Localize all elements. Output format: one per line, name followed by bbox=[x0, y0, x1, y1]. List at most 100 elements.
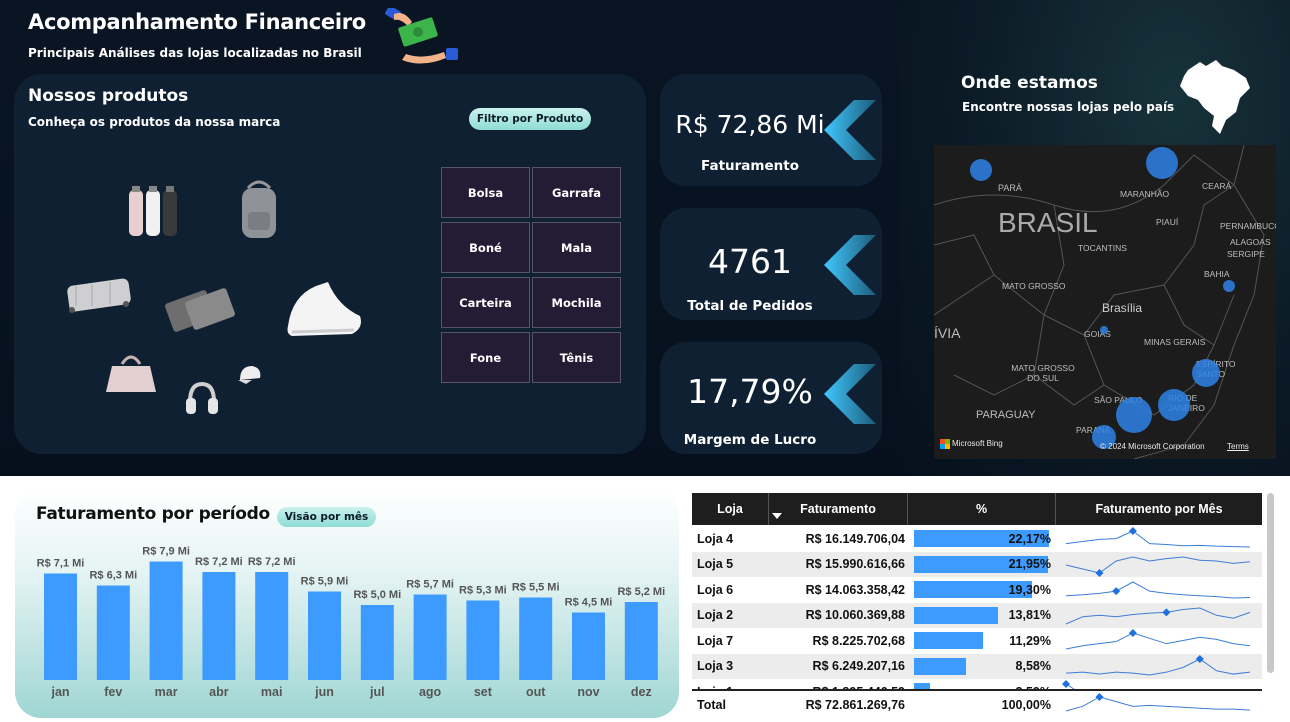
cell-loja: Loja 7 bbox=[697, 633, 734, 648]
x-tick-label: jul bbox=[369, 685, 385, 699]
table-scrollbar[interactable] bbox=[1267, 493, 1274, 673]
sparkline-path bbox=[1065, 555, 1251, 574]
cell-pct: 13,81% bbox=[1008, 608, 1051, 623]
map-label-brasilia: Brasília bbox=[1102, 301, 1143, 315]
cell-sparkline bbox=[1065, 654, 1251, 676]
bar-data-label: R$ 7,1 Mi bbox=[37, 558, 85, 570]
sort-descending-icon[interactable] bbox=[772, 513, 782, 521]
sparkline-peak-marker bbox=[1095, 568, 1104, 577]
bar-data-label: R$ 7,9 Mi bbox=[142, 546, 190, 558]
map-label-sergipe: SERGIPE bbox=[1227, 249, 1265, 259]
store-marker[interactable] bbox=[970, 159, 992, 181]
map-terms-link[interactable]: Terms bbox=[1227, 442, 1249, 451]
x-tick-label: set bbox=[474, 685, 493, 699]
total-label: Total bbox=[697, 697, 726, 712]
bar-out[interactable] bbox=[519, 597, 553, 681]
map-label-mato-grosso-do-sul: MATO GROSSO DO SUL bbox=[1011, 363, 1075, 383]
table-row[interactable]: Loja 7 R$ 8.225.702,68 11,29% bbox=[692, 628, 1262, 654]
col-header-faturamento-mes[interactable]: Faturamento por Mês bbox=[1056, 493, 1262, 525]
store-marker[interactable] bbox=[1146, 147, 1178, 179]
table-row[interactable]: Loja 5 R$ 15.990.616,66 21,95% bbox=[692, 551, 1262, 577]
x-tick-label: nov bbox=[577, 685, 599, 699]
map-label-alagoas: ALAGOAS bbox=[1230, 237, 1271, 247]
table-row[interactable]: Loja 6 R$ 14.063.358,42 19,30% bbox=[692, 577, 1262, 603]
location-subtitle: Encontre nossas lojas pelo país bbox=[962, 100, 1175, 114]
x-tick-label: mar bbox=[155, 685, 178, 699]
sparkline-path bbox=[1065, 696, 1251, 712]
bar-abr[interactable] bbox=[202, 572, 236, 680]
col-header-faturamento[interactable]: Faturamento bbox=[769, 493, 907, 525]
bar-dez[interactable] bbox=[624, 602, 658, 680]
col-header-pct[interactable]: % bbox=[908, 493, 1055, 525]
total-faturamento: R$ 72.861.269,76 bbox=[805, 697, 905, 712]
store-map[interactable]: PARÁ MARANHÃO CEARÁ PIAUÍ BRASIL PERNAMB… bbox=[934, 145, 1276, 459]
monthly-revenue-chart: R$ 7,1 Mi jan R$ 6,3 Mi fev R$ 7,9 Mi mar R$ 7… bbox=[37, 546, 665, 700]
store-marker[interactable] bbox=[1116, 397, 1152, 433]
cell-pct: 21,95% bbox=[1008, 557, 1051, 572]
bar-set[interactable] bbox=[466, 600, 500, 681]
store-marker[interactable] bbox=[1192, 359, 1220, 387]
x-tick-label: ago bbox=[419, 685, 442, 699]
brazil-map-icon bbox=[1180, 60, 1250, 134]
cell-loja: Loja 4 bbox=[697, 531, 734, 546]
bar-data-label: R$ 5,5 Mi bbox=[512, 582, 560, 594]
sparkline-peak-marker bbox=[1195, 654, 1204, 663]
store-marker[interactable] bbox=[1158, 389, 1190, 421]
total-sparkline bbox=[1065, 693, 1251, 712]
col-header-loja[interactable]: Loja bbox=[692, 493, 768, 525]
cell-sparkline bbox=[1065, 629, 1251, 650]
cell-faturamento: R$ 16.149.706,04 bbox=[805, 531, 905, 546]
map-label-bolivia: ÍVIA bbox=[934, 325, 961, 341]
map-label-bahia: BAHIA bbox=[1204, 269, 1230, 279]
bar-jan[interactable] bbox=[44, 573, 77, 681]
cell-pct: 11,29% bbox=[1009, 633, 1051, 648]
cell-pct: 19,30% bbox=[1008, 582, 1051, 597]
cell-loja: Loja 6 bbox=[697, 582, 734, 597]
table-row[interactable]: Loja 2 R$ 10.060.369,88 13,81% bbox=[692, 602, 1262, 628]
x-tick-label: out bbox=[526, 685, 546, 699]
cell-sparkline bbox=[1065, 555, 1251, 577]
bar-data-label: R$ 5,0 Mi bbox=[353, 589, 401, 601]
bar-data-label: R$ 6,3 Mi bbox=[89, 570, 137, 582]
sparkline-peak-marker bbox=[1128, 629, 1137, 637]
store-revenue-table: Loja Faturamento % Faturamento por Mês L… bbox=[692, 493, 1262, 718]
cell-sparkline bbox=[1065, 606, 1251, 624]
total-pct: 100,00% bbox=[1001, 697, 1051, 712]
table-total-row: Total R$ 72.861.269,76 100,00% bbox=[692, 689, 1262, 718]
x-tick-label: jun bbox=[314, 685, 334, 699]
bar-data-label: R$ 5,3 Mi bbox=[459, 585, 507, 597]
map-label-tocantins: TOCANTINS bbox=[1078, 243, 1127, 253]
sparkline-peak-marker bbox=[1128, 527, 1137, 535]
map-label-pernambuco: PERNAMBUCO bbox=[1220, 221, 1276, 231]
x-tick-label: jan bbox=[50, 685, 69, 699]
cell-faturamento: R$ 15.990.616,66 bbox=[805, 557, 905, 572]
sparkline-peak-marker bbox=[1062, 680, 1070, 688]
sparkline-path bbox=[1065, 606, 1251, 624]
sparkline-peak-marker bbox=[1162, 607, 1171, 616]
bar-data-label: R$ 7,2 Mi bbox=[248, 556, 296, 568]
table-row[interactable]: Loja 4 R$ 16.149.706,04 22,17% bbox=[692, 526, 1262, 552]
map-label-minas-gerais: MINAS GERAIS bbox=[1144, 337, 1206, 347]
map-label-brasil: BRASIL bbox=[998, 207, 1098, 238]
bar-data-label: R$ 4,5 Mi bbox=[565, 597, 613, 609]
sparkline-path bbox=[1065, 581, 1251, 599]
bar-data-label: R$ 5,7 Mi bbox=[406, 579, 454, 591]
bar-nov[interactable] bbox=[572, 612, 605, 681]
cell-faturamento: R$ 10.060.369,88 bbox=[805, 608, 905, 623]
sparkline-peak-marker bbox=[1112, 587, 1121, 596]
map-copyright: © 2024 Microsoft Corporation bbox=[1100, 442, 1205, 451]
bar-mar[interactable] bbox=[149, 561, 183, 681]
x-tick-label: abr bbox=[209, 685, 229, 699]
bar-data-label: R$ 5,9 Mi bbox=[301, 576, 349, 588]
map-label-paraguay: PARAGUAY bbox=[976, 409, 1036, 421]
x-tick-label: dez bbox=[631, 685, 652, 699]
bar-jun[interactable] bbox=[308, 591, 341, 681]
bar-mai[interactable] bbox=[255, 572, 289, 680]
bar-fev[interactable] bbox=[96, 585, 130, 681]
bar-ago[interactable] bbox=[413, 594, 447, 681]
store-marker[interactable] bbox=[1223, 280, 1235, 292]
table-row[interactable]: Loja 3 R$ 6.249.207,16 8,58% bbox=[692, 653, 1262, 679]
store-marker[interactable] bbox=[1100, 326, 1108, 334]
bar-jul[interactable] bbox=[360, 605, 394, 680]
x-tick-label: fev bbox=[104, 685, 122, 699]
